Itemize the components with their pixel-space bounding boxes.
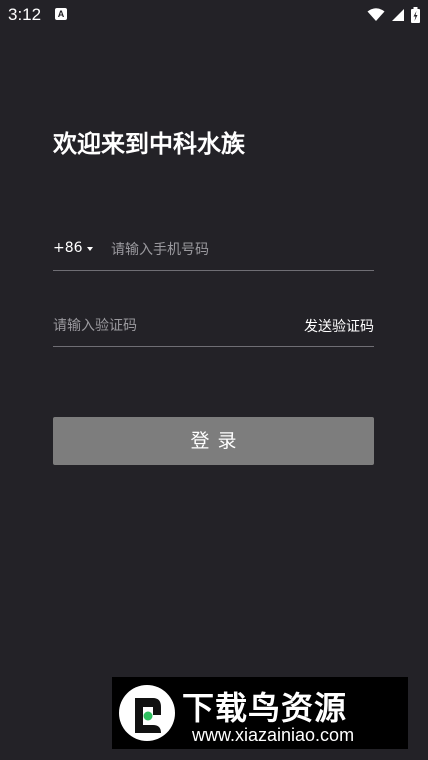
status-indicators (367, 6, 420, 24)
status-bar: 3:12 A (0, 0, 428, 30)
caret-down-icon (86, 246, 93, 251)
country-code-label: +86 (53, 240, 83, 256)
watermark-banner: 下载鸟资源 www.xiazainiao.com (112, 677, 408, 749)
code-field-row: 发送验证码 (53, 306, 374, 347)
phone-number-input[interactable] (111, 236, 369, 264)
bird-logo-icon (119, 685, 175, 741)
wifi-icon (367, 8, 385, 21)
send-code-button[interactable]: 发送验证码 (304, 316, 374, 336)
welcome-title: 欢迎来到中科水族 (53, 130, 245, 158)
watermark-title: 下载鸟资源 (182, 689, 348, 727)
notification-app-icon: A (55, 8, 67, 20)
phone-field-row: +86 (53, 230, 374, 271)
login-button[interactable]: 登录 (53, 417, 374, 465)
watermark-url: www.xiazainiao.com (192, 725, 355, 745)
country-code-selector[interactable]: +86 (53, 240, 93, 256)
battery-icon (411, 7, 420, 23)
status-time: 3:12 (8, 5, 42, 24)
signal-icon (392, 9, 404, 21)
verification-code-input[interactable] (53, 312, 273, 340)
